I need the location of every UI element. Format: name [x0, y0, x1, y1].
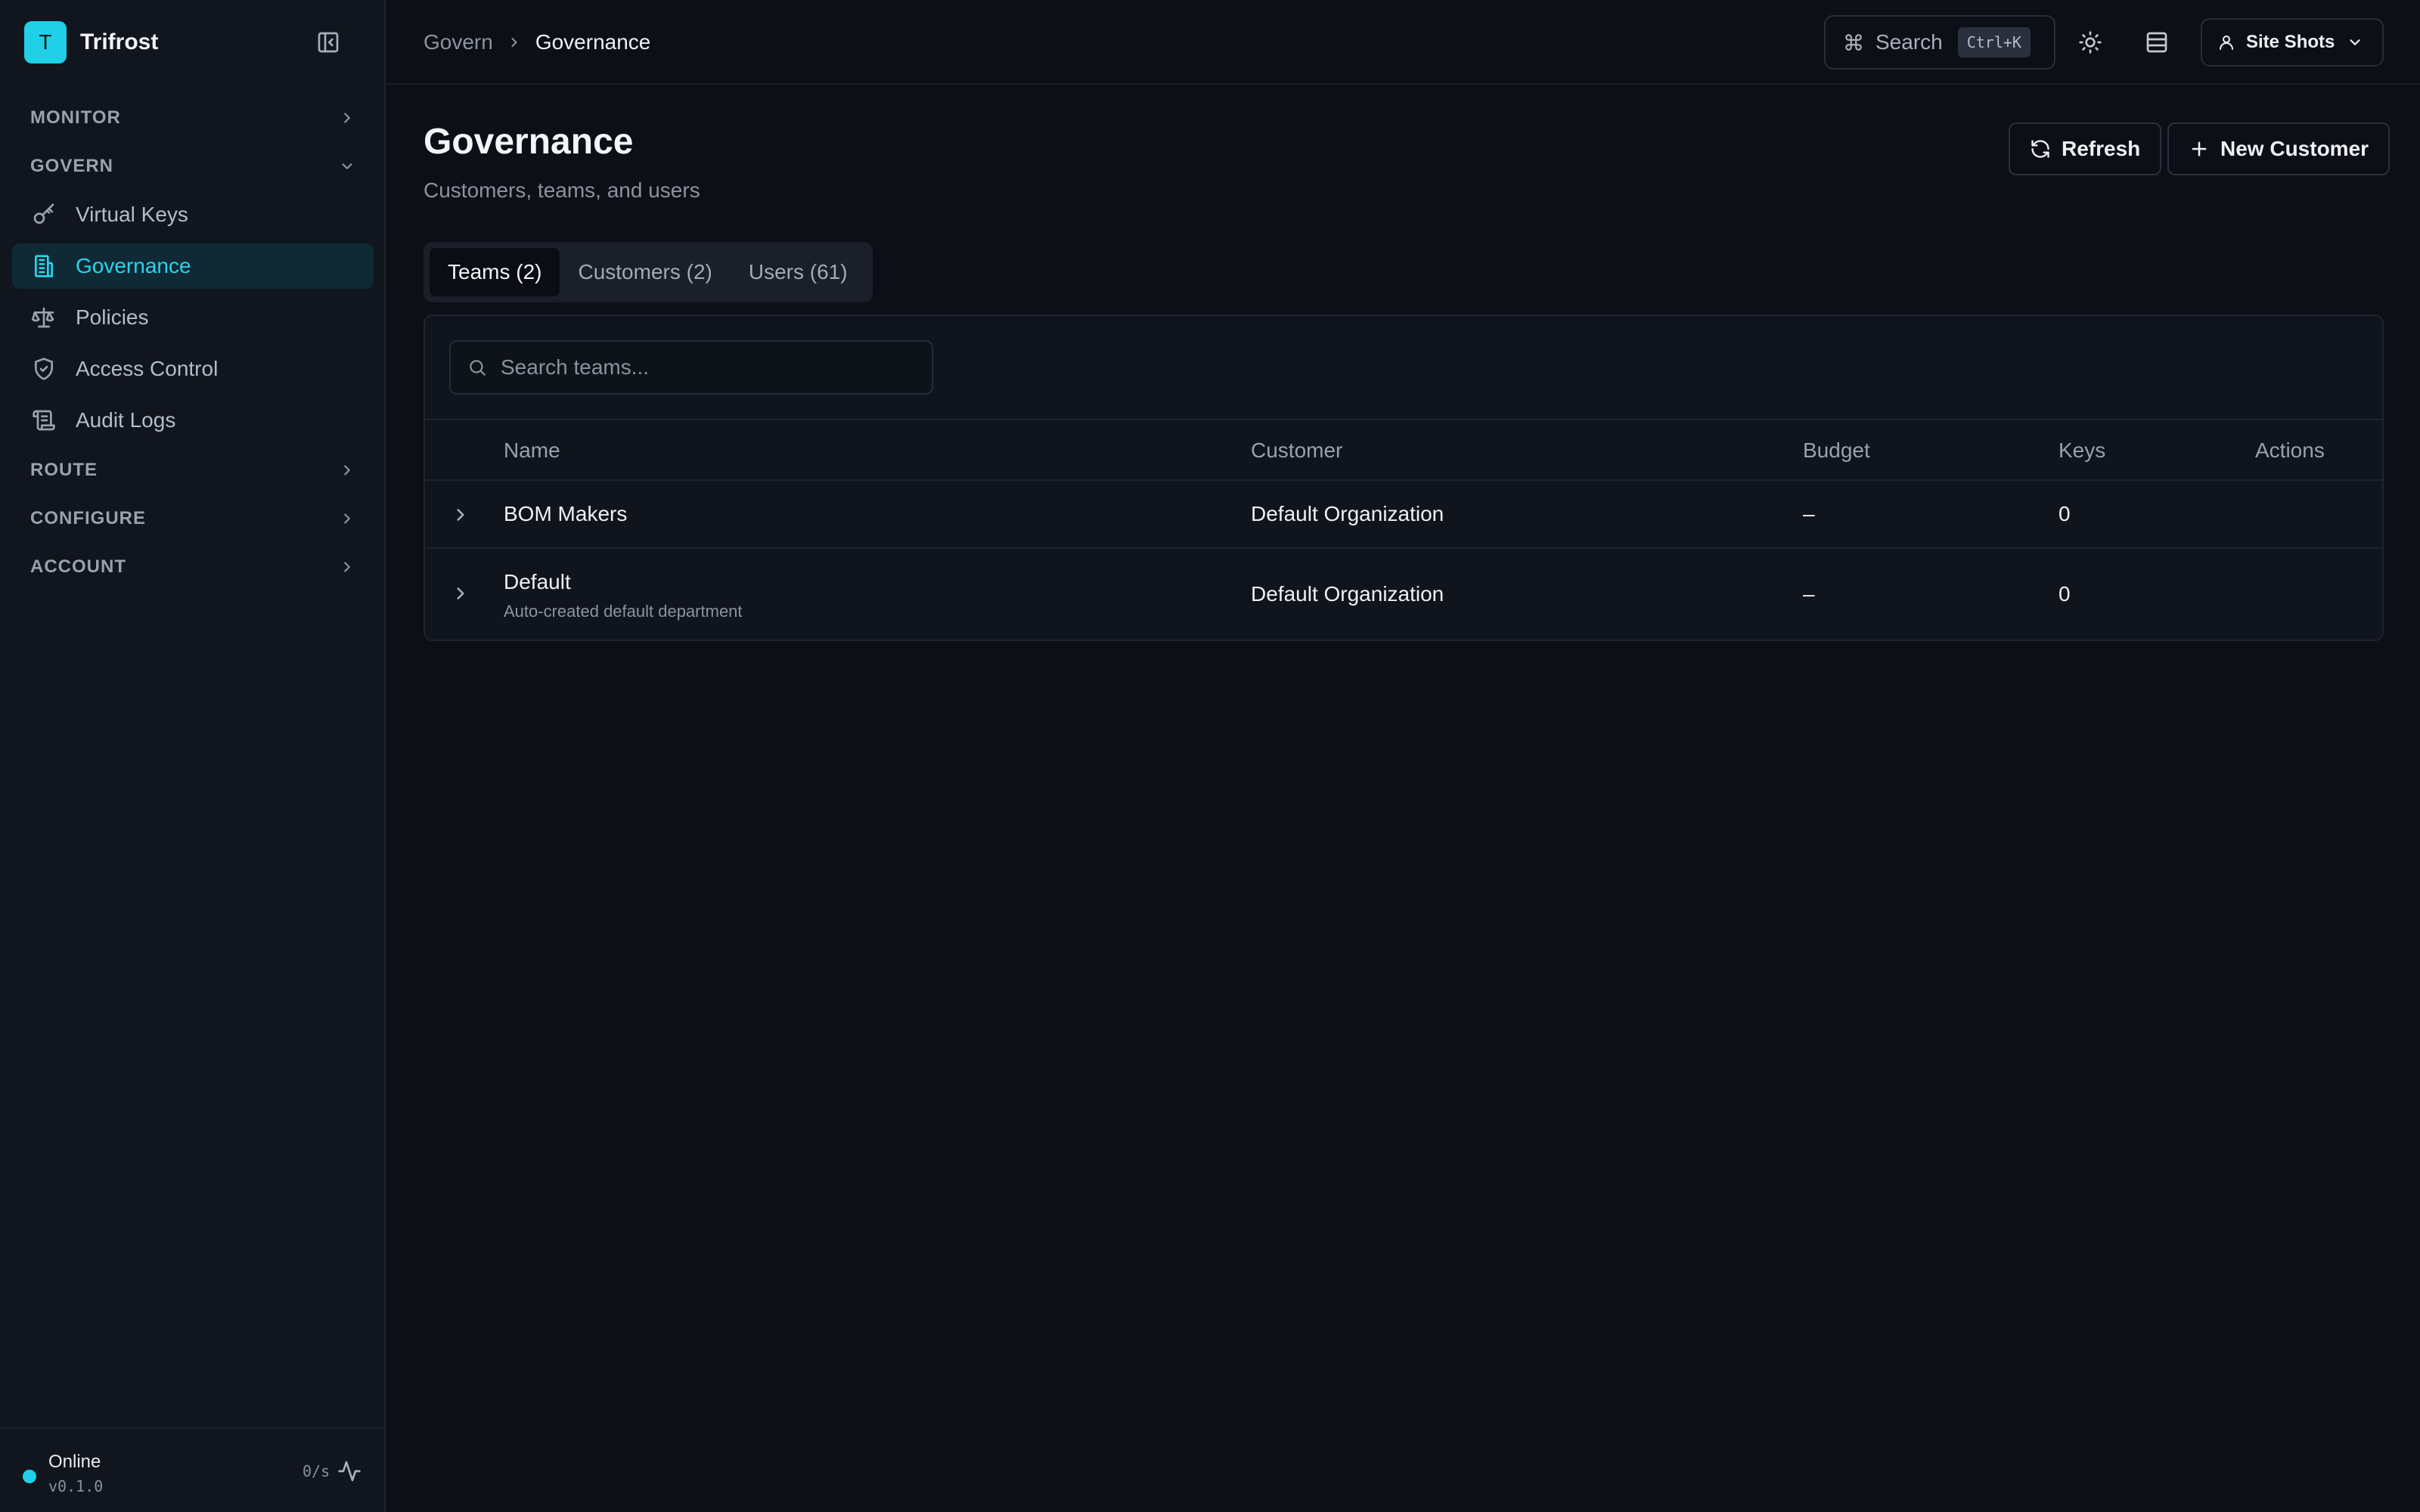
- panel-left-icon: [318, 32, 339, 53]
- search-icon: [470, 360, 486, 376]
- column-header-actions: Actions: [2255, 438, 2325, 462]
- nav-section-route[interactable]: ROUTE: [12, 449, 374, 491]
- activity-icon: [338, 1461, 361, 1482]
- chevron-right-icon: [344, 465, 350, 476]
- chevron-right-icon: [511, 38, 517, 47]
- team-budget: –: [1803, 502, 1815, 525]
- breadcrumb: Govern Governance: [424, 27, 650, 57]
- sidebar-item-governance[interactable]: Governance: [12, 243, 374, 289]
- column-header-name[interactable]: Name: [504, 438, 560, 463]
- sidebar-item-label: Access Control: [76, 357, 219, 380]
- chevron-right-icon[interactable]: [451, 505, 470, 525]
- nav-section-label: GOVERN: [30, 156, 114, 176]
- team-customer: Default Organization: [1251, 502, 1444, 525]
- search-teams-input[interactable]: Search teams...: [449, 340, 933, 395]
- brand[interactable]: T Trifrost: [24, 21, 158, 64]
- request-rate: 0/s: [302, 1462, 330, 1480]
- team-name: Default: [504, 570, 571, 593]
- sidebar-item-virtual-keys[interactable]: Virtual Keys: [12, 192, 374, 237]
- sun-icon: [2079, 31, 2102, 54]
- table-row[interactable]: Default Auto-created default department …: [425, 549, 2382, 641]
- team-keys: 0: [2059, 502, 2071, 525]
- search-shortcut: Ctrl+K: [1957, 27, 2031, 57]
- nav-section-configure[interactable]: CONFIGURE: [12, 497, 374, 540]
- column-header-customer[interactable]: Customer: [1251, 438, 1342, 463]
- sidebar: T Trifrost MONITOR GOVERN Virtual Keys G…: [0, 0, 386, 1512]
- team-name: BOM Makers: [504, 502, 628, 525]
- tab-users[interactable]: Users (61): [731, 248, 866, 296]
- column-header-keys[interactable]: Keys: [2059, 438, 2105, 463]
- nav-section-monitor[interactable]: MONITOR: [12, 97, 374, 139]
- page-title: Governance: [424, 122, 634, 162]
- version-label: v0.1.0: [48, 1477, 104, 1495]
- refresh-icon: [2031, 140, 2049, 158]
- sidebar-item-access-control[interactable]: Access Control: [12, 346, 374, 392]
- breadcrumb-current: Governance: [535, 30, 651, 54]
- scroll-icon: [30, 407, 57, 434]
- nav-section-govern[interactable]: GOVERN: [12, 145, 374, 187]
- nav-section-label: CONFIGURE: [30, 508, 146, 528]
- collapse-sidebar-button[interactable]: [313, 27, 343, 57]
- plus-icon: [2192, 141, 2207, 156]
- user-menu-button[interactable]: Site Shots: [2201, 18, 2384, 67]
- new-customer-button[interactable]: New Customer: [2167, 122, 2391, 175]
- user-name: Site Shots: [2246, 32, 2335, 52]
- building-icon: [30, 253, 57, 280]
- layout-toggle-button[interactable]: [2140, 26, 2173, 59]
- team-description: Auto-created default department: [504, 602, 743, 621]
- status-dot: [23, 1470, 36, 1483]
- sidebar-item-label: Virtual Keys: [76, 203, 188, 226]
- refresh-label: Refresh: [2062, 137, 2141, 160]
- brand-logo: T: [24, 21, 67, 64]
- nav-section-label: ACCOUNT: [30, 556, 126, 577]
- tab-teams[interactable]: Teams (2): [430, 248, 560, 296]
- sidebar-item-label: Audit Logs: [76, 408, 176, 432]
- layout-list-icon: [2146, 32, 2167, 53]
- table-row[interactable]: BOM Makers Default Organization – 0: [425, 481, 2382, 549]
- scale-icon: [30, 304, 57, 331]
- sidebar-item-audit-logs[interactable]: Audit Logs: [12, 398, 374, 443]
- command-search-button[interactable]: Search Ctrl+K: [1824, 15, 2055, 70]
- chevron-down-icon: [2350, 39, 2360, 45]
- sidebar-item-policies[interactable]: Policies: [12, 295, 374, 340]
- chevron-right-icon: [344, 113, 350, 123]
- search-placeholder: Search teams...: [501, 355, 650, 379]
- team-keys: 0: [2059, 582, 2071, 606]
- nav-section-label: MONITOR: [30, 107, 121, 128]
- tab-customers[interactable]: Customers (2): [560, 248, 730, 296]
- brand-name: Trifrost: [80, 29, 159, 54]
- sidebar-item-label: Governance: [76, 254, 191, 277]
- chevron-right-icon: [344, 562, 350, 572]
- sidebar-item-label: Policies: [76, 305, 149, 329]
- status-text: Online: [48, 1452, 101, 1472]
- new-customer-label: New Customer: [2220, 137, 2369, 160]
- user-icon: [2220, 36, 2233, 50]
- command-icon: [1845, 34, 1862, 51]
- chevron-right-icon[interactable]: [451, 584, 470, 603]
- chevron-down-icon: [342, 163, 352, 169]
- column-header-budget[interactable]: Budget: [1803, 438, 1870, 463]
- theme-toggle-button[interactable]: [2074, 26, 2107, 59]
- breadcrumb-parent[interactable]: Govern: [424, 30, 493, 54]
- governance-tabs: Teams (2) Customers (2) Users (61): [424, 242, 873, 302]
- shield-icon: [30, 355, 57, 383]
- nav-section-account[interactable]: ACCOUNT: [12, 546, 374, 588]
- nav-section-label: ROUTE: [30, 460, 98, 480]
- team-budget: –: [1803, 582, 1815, 606]
- team-customer: Default Organization: [1251, 582, 1444, 606]
- refresh-button[interactable]: Refresh: [2009, 122, 2162, 175]
- top-header: Govern Governance Search Ctrl+K Site Sho…: [386, 0, 2420, 85]
- chevron-right-icon: [344, 513, 350, 524]
- sidebar-footer: Online v0.1.0 0/s: [0, 1427, 386, 1512]
- table-header: Name Customer Budget Keys Actions: [425, 419, 2382, 481]
- teams-table-card: Search teams... Name Customer Budget Key…: [424, 314, 2384, 641]
- search-label: Search: [1876, 30, 1943, 54]
- page-subtitle: Customers, teams, and users: [424, 178, 700, 202]
- key-icon: [30, 201, 57, 228]
